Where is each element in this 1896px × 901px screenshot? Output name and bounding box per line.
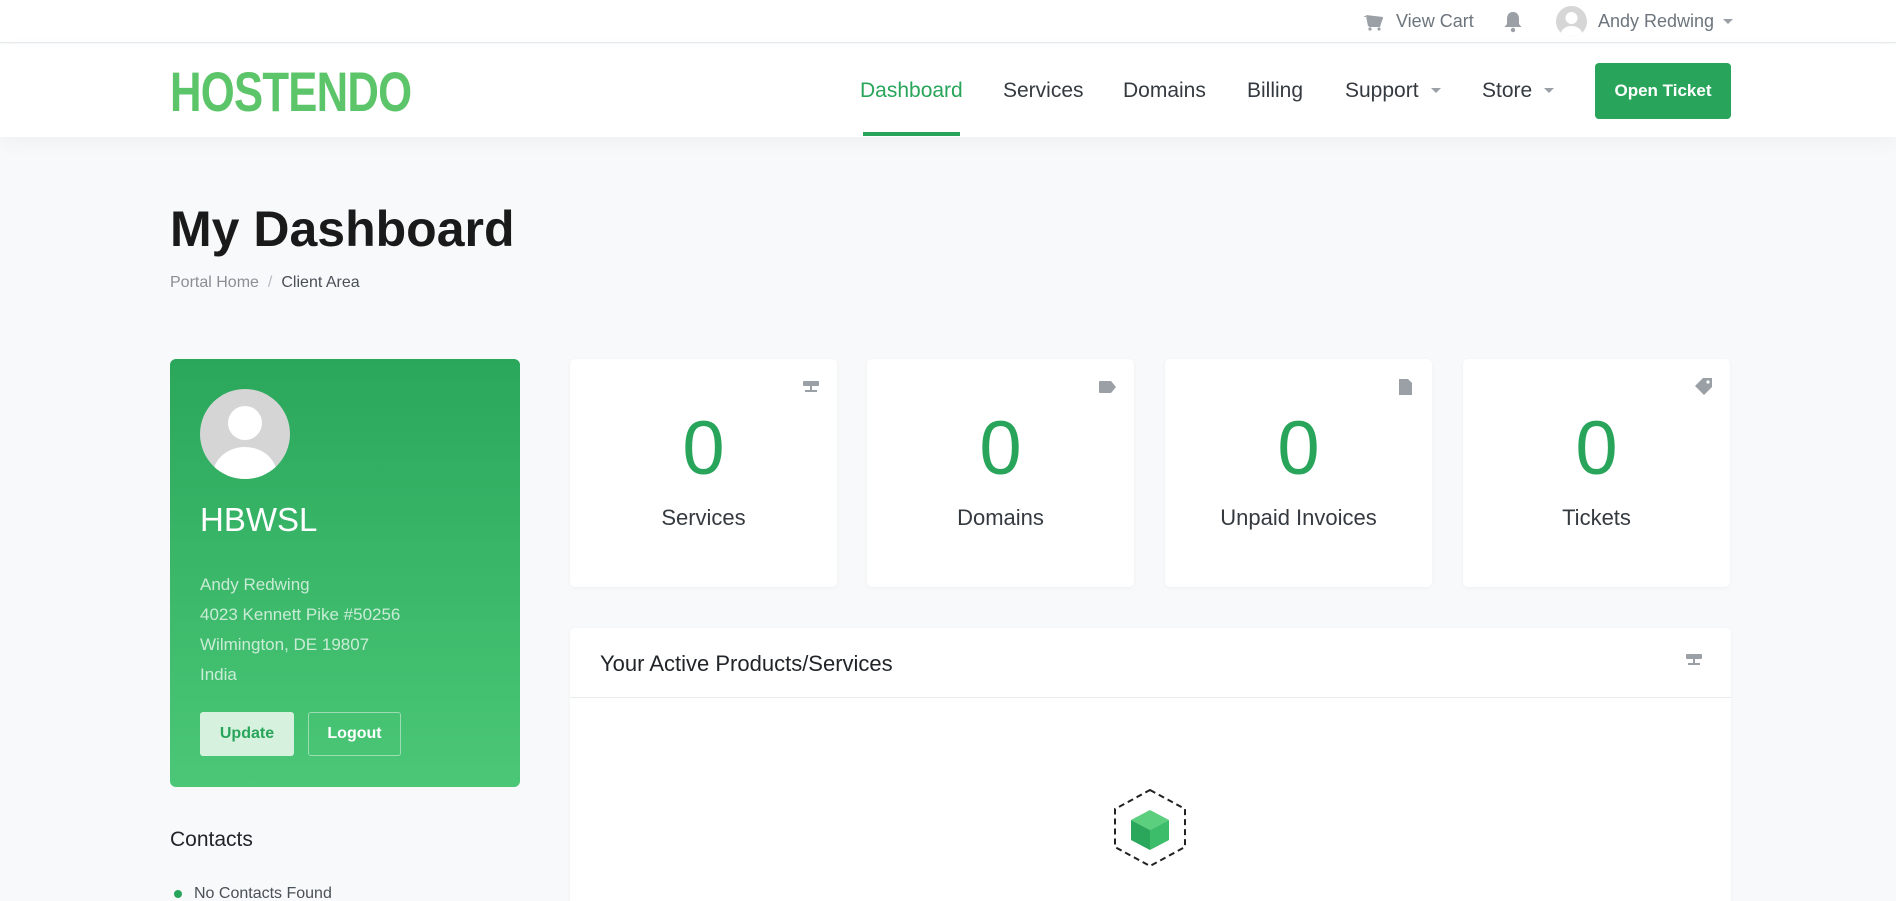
server-icon xyxy=(802,378,819,395)
logout-button[interactable]: Logout xyxy=(308,712,401,756)
nav-domains[interactable]: Domains xyxy=(1123,44,1206,137)
brand-logo[interactable]: HOSTENDO xyxy=(170,64,412,120)
stat-tile-tickets[interactable]: 0 Tickets xyxy=(1463,359,1730,587)
stat-label: Tickets xyxy=(1562,505,1631,530)
breadcrumb-current: Client Area xyxy=(281,274,360,291)
user-menu[interactable]: Andy Redwing xyxy=(1556,0,1734,43)
active-products-panel: Your Active Products/Services xyxy=(570,628,1731,901)
stat-value: 0 xyxy=(1575,406,1618,491)
contacts-empty-item: No Contacts Found xyxy=(174,885,332,901)
view-cart-label: View Cart xyxy=(1396,11,1474,31)
top-utility-bar: View Cart Andy Redwing xyxy=(0,0,1896,43)
address-line: Andy Redwing xyxy=(200,575,310,594)
file-icon xyxy=(1397,378,1414,395)
profile-card: HBWSL Andy Redwing 4023 Kennett Pike #50… xyxy=(170,359,520,787)
nav-store[interactable]: Store xyxy=(1482,44,1555,137)
stat-label: Unpaid Invoices xyxy=(1220,505,1377,530)
address-line: 4023 Kennett Pike #50256 xyxy=(200,605,401,624)
stat-label: Domains xyxy=(957,505,1044,530)
company-name: HBWSL xyxy=(200,501,318,538)
notifications-button[interactable] xyxy=(1503,0,1523,43)
ticket-icon xyxy=(1695,378,1712,395)
stat-label: Services xyxy=(661,505,746,530)
user-name: Andy Redwing xyxy=(1598,11,1715,31)
stat-value: 0 xyxy=(682,406,725,491)
panel-header: Your Active Products/Services xyxy=(570,628,1731,698)
contacts-empty-text: No Contacts Found xyxy=(194,885,332,901)
stat-tile-services[interactable]: 0 Services xyxy=(570,359,837,587)
chevron-down-icon xyxy=(1544,88,1555,93)
nav-billing[interactable]: Billing xyxy=(1247,44,1303,137)
nav-dashboard[interactable]: Dashboard xyxy=(860,44,963,137)
stat-value: 0 xyxy=(979,406,1022,491)
page-title: My Dashboard xyxy=(170,201,515,257)
nav-store-label: Store xyxy=(1482,78,1533,102)
open-ticket-button[interactable]: Open Ticket xyxy=(1595,63,1731,119)
contacts-heading: Contacts xyxy=(170,828,253,851)
profile-avatar xyxy=(200,389,290,479)
user-avatar xyxy=(1556,6,1587,37)
main-navbar: HOSTENDO Dashboard Services Domains Bill… xyxy=(0,44,1896,137)
breadcrumb: Portal Home / Client Area xyxy=(170,274,360,292)
tag-icon xyxy=(1099,378,1116,395)
stat-tile-domains[interactable]: 0 Domains xyxy=(867,359,1134,587)
nav-support[interactable]: Support xyxy=(1345,44,1441,137)
bullet-icon xyxy=(174,890,182,898)
chevron-down-icon xyxy=(1430,88,1441,93)
cart-icon xyxy=(1363,14,1383,31)
bell-icon xyxy=(1504,11,1522,32)
address-line: India xyxy=(200,665,237,684)
breadcrumb-portal-home[interactable]: Portal Home xyxy=(170,274,259,292)
view-cart-link[interactable]: View Cart xyxy=(1362,0,1474,43)
stat-tile-unpaid-invoices[interactable]: 0 Unpaid Invoices xyxy=(1165,359,1432,587)
address-line: Wilmington, DE 19807 xyxy=(200,635,370,654)
nav-services[interactable]: Services xyxy=(1003,44,1084,137)
chevron-down-icon xyxy=(1723,19,1734,24)
stat-value: 0 xyxy=(1277,406,1320,491)
box-icon xyxy=(1113,788,1187,873)
panel-title: Your Active Products/Services xyxy=(600,651,893,676)
server-icon xyxy=(1686,653,1702,672)
user-icon xyxy=(213,406,277,479)
update-button[interactable]: Update xyxy=(200,712,294,756)
active-nav-indicator xyxy=(863,132,960,136)
nav-support-label: Support xyxy=(1345,78,1419,102)
breadcrumb-separator: / xyxy=(267,274,273,291)
